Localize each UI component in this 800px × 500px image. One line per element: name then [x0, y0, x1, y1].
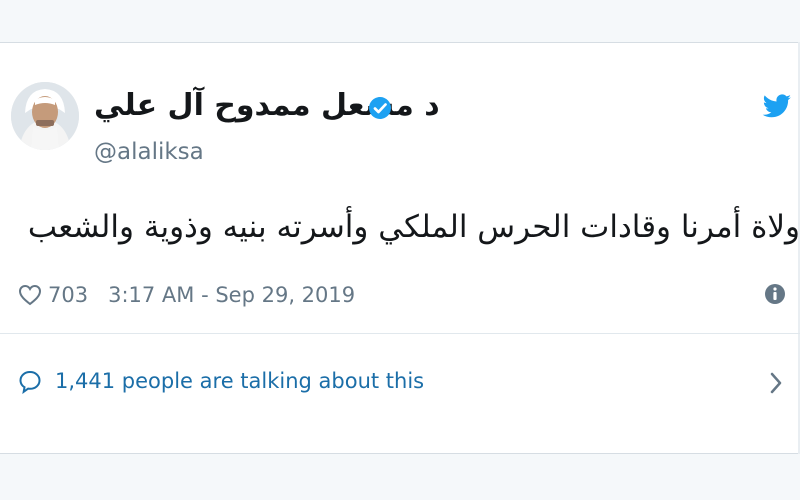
conversation-link[interactable]: 1,441 people are talking about this	[0, 334, 800, 432]
tweet-meta: 703 3:17 AM - Sep 29, 2019	[18, 278, 355, 312]
timestamp[interactable]: 3:17 AM - Sep 29, 2019	[108, 283, 355, 307]
heart-icon[interactable]	[18, 284, 42, 306]
avatar[interactable]	[11, 82, 79, 150]
user-handle[interactable]: @alaliksa	[94, 137, 204, 167]
conversation-count[interactable]: 1,441 people are talking about this	[55, 366, 424, 396]
info-icon[interactable]	[764, 283, 786, 305]
speech-bubble-icon	[19, 370, 41, 394]
like-count[interactable]: 703	[48, 283, 88, 307]
embedded-tweet-page: د مشعل ممدوح آل علي @alaliksa ولاة أمرنا…	[0, 0, 800, 500]
chevron-right-icon[interactable]	[768, 370, 784, 396]
twitter-bird-icon[interactable]	[762, 94, 792, 120]
verified-badge-icon	[369, 97, 391, 119]
tweet-text: ولاة أمرنا وقادات الحرس الملكي وأسرته بن…	[20, 209, 800, 245]
